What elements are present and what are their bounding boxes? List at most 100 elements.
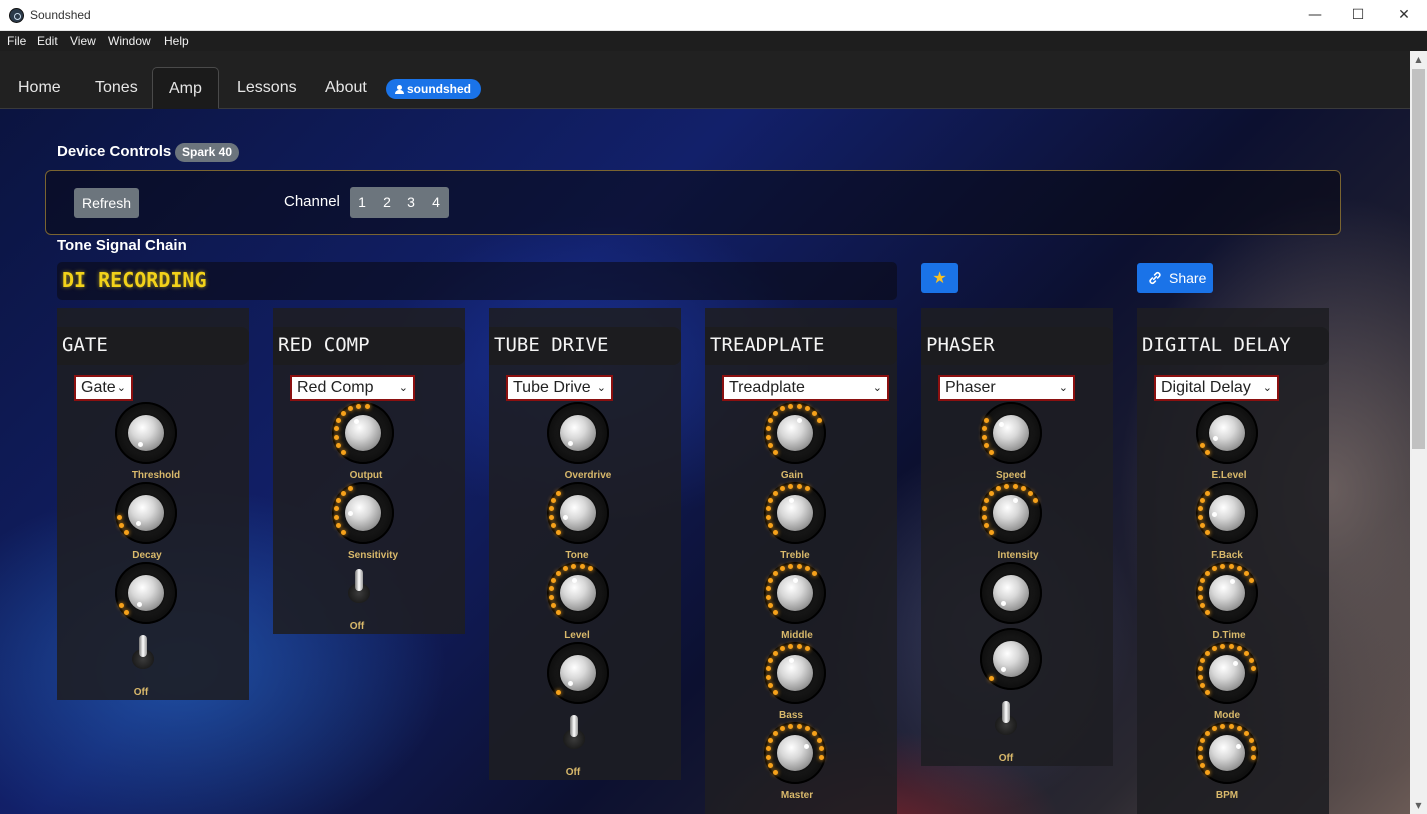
channel-4-button[interactable]: 4 <box>424 187 448 218</box>
knob-output[interactable] <box>332 402 394 464</box>
close-button[interactable]: ✕ <box>1381 0 1427 30</box>
toggle-label: Off <box>133 687 149 698</box>
maximize-button[interactable]: ☐ <box>1335 0 1381 30</box>
knob-overdrive[interactable] <box>547 402 609 464</box>
title-bar: Soundshed — ☐ ✕ <box>0 0 1427 31</box>
pedal-header: TUBE DRIVE <box>489 327 681 365</box>
knob-gain[interactable] <box>764 402 826 464</box>
knob-level[interactable] <box>547 562 609 624</box>
share-button[interactable]: Share <box>1137 263 1213 293</box>
pedal-type-select[interactable]: Phaser ⌄ <box>938 375 1075 401</box>
scroll-down-icon[interactable]: ▼ <box>1410 797 1427 814</box>
knob-param-4[interactable] <box>547 642 609 704</box>
channel-label: Channel <box>284 193 340 210</box>
device-controls-panel <box>45 170 1341 235</box>
tab-about[interactable]: About <box>309 67 383 109</box>
favorite-button[interactable]: ★ <box>921 263 958 293</box>
knob-sensitivity[interactable] <box>332 482 394 544</box>
pedal-title: RED COMP <box>278 334 370 356</box>
bypass-toggle[interactable] <box>129 635 157 671</box>
knob-master[interactable] <box>764 722 826 784</box>
knob-f-back[interactable] <box>1196 482 1258 544</box>
tab-home[interactable]: Home <box>2 67 77 109</box>
pedal-header: GATE <box>57 327 249 365</box>
knob-d-time[interactable] <box>1196 562 1258 624</box>
pedal-header: PHASER <box>921 327 1113 365</box>
channel-3-button[interactable]: 3 <box>399 187 423 218</box>
bypass-toggle[interactable] <box>345 569 373 605</box>
knob-label: Level <box>564 630 590 641</box>
knob-label: F.Back <box>1211 550 1243 561</box>
knob-middle[interactable] <box>764 562 826 624</box>
nav-bar: Home Tones Amp Lessons About <box>0 51 1410 109</box>
pedal-type-select[interactable]: Digital Delay ⌄ <box>1154 375 1279 401</box>
chevron-down-icon: ⌄ <box>398 381 408 394</box>
app-logo-icon <box>9 8 24 23</box>
knob-mode[interactable] <box>1196 642 1258 704</box>
channel-1-button[interactable]: 1 <box>350 187 374 218</box>
tab-lessons[interactable]: Lessons <box>221 67 313 109</box>
user-name: soundshed <box>407 82 472 96</box>
knob-label: BPM <box>1215 790 1239 801</box>
bypass-toggle[interactable] <box>992 701 1020 737</box>
tone-signal-chain-heading: Tone Signal Chain <box>57 237 187 254</box>
minimize-button[interactable]: — <box>1292 0 1338 30</box>
pedal-type-select[interactable]: Gate ⌄ <box>74 375 133 401</box>
chevron-down-icon: ⌄ <box>1058 381 1068 394</box>
pedal-type-select[interactable]: Tube Drive ⌄ <box>506 375 613 401</box>
knob-label: Overdrive <box>564 470 612 481</box>
share-label: Share <box>1169 270 1207 286</box>
pedal-tube-drive: TUBE DRIVE Tube Drive ⌄ Overdrive Tone Le… <box>489 308 681 780</box>
chevron-down-icon: ⌄ <box>872 381 882 394</box>
knob-label: E.Level <box>1211 470 1247 481</box>
knob-label: Output <box>349 470 383 481</box>
pedal-header: TREADPLATE <box>705 327 897 365</box>
device-model-badge: Spark 40 <box>175 143 240 162</box>
menu-help[interactable]: Help <box>164 34 189 48</box>
user-badge[interactable]: soundshed <box>386 79 482 99</box>
pedal-type-select[interactable]: Red Comp ⌄ <box>290 375 415 401</box>
chevron-down-icon: ⌄ <box>596 381 606 394</box>
tab-amp[interactable]: Amp <box>152 67 219 109</box>
link-icon <box>1149 271 1161 285</box>
knob-decay[interactable] <box>115 482 177 544</box>
menu-bar: File Edit View Window Help <box>0 31 1427 51</box>
tab-tones[interactable]: Tones <box>79 67 154 109</box>
knob-label: D.Time <box>1212 630 1246 641</box>
scroll-up-icon[interactable]: ▲ <box>1410 51 1427 68</box>
pedal-type-select[interactable]: Treadplate ⌄ <box>722 375 889 401</box>
channel-2-button[interactable]: 2 <box>375 187 399 218</box>
knob-speed[interactable] <box>980 402 1042 464</box>
knob-bpm[interactable] <box>1196 722 1258 784</box>
menu-window[interactable]: Window <box>108 34 151 48</box>
knob-label: Sensitivity <box>347 550 399 561</box>
tone-name: DI RECORDING <box>62 268 207 292</box>
menu-edit[interactable]: Edit <box>37 34 58 48</box>
refresh-button[interactable]: Refresh <box>74 188 139 218</box>
toggle-label: Off <box>998 753 1014 764</box>
vertical-scrollbar[interactable]: ▲ ▼ <box>1410 51 1427 814</box>
knob-label: Middle <box>781 630 813 641</box>
pedal-header: DIGITAL DELAY <box>1137 327 1329 365</box>
knob-bass[interactable] <box>764 642 826 704</box>
knob-intensity[interactable] <box>980 482 1042 544</box>
user-icon <box>395 85 404 94</box>
knob-param-4[interactable] <box>980 628 1042 690</box>
bypass-toggle[interactable] <box>560 715 588 751</box>
pedal-title: TUBE DRIVE <box>494 334 609 356</box>
knob-threshold[interactable] <box>115 402 177 464</box>
pedal-phaser: PHASER Phaser ⌄ Speed Intensity Off <box>921 308 1113 766</box>
chevron-down-icon: ⌄ <box>116 381 126 394</box>
menu-view[interactable]: View <box>70 34 96 48</box>
chevron-down-icon: ⌄ <box>1262 381 1272 394</box>
knob-param-3[interactable] <box>980 562 1042 624</box>
pedal-title: DIGITAL DELAY <box>1142 334 1291 356</box>
scroll-thumb[interactable] <box>1412 69 1425 449</box>
knob-treble[interactable] <box>764 482 826 544</box>
knob-tone[interactable] <box>547 482 609 544</box>
knob-param-3[interactable] <box>115 562 177 624</box>
knob-label: Threshold <box>131 470 181 481</box>
channel-button-group: 1 2 3 4 <box>350 187 449 218</box>
knob-e-level[interactable] <box>1196 402 1258 464</box>
menu-file[interactable]: File <box>7 34 26 48</box>
